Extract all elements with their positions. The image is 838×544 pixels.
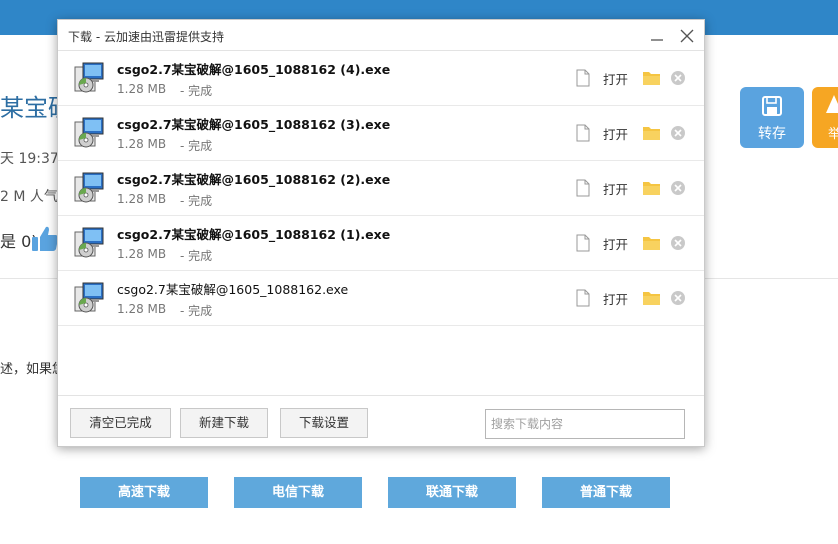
file-size: 1.28 MB (117, 137, 167, 151)
save-to-cloud-button[interactable]: 转存 (740, 87, 804, 148)
close-button[interactable] (676, 25, 698, 47)
new-download-button[interactable]: 新建下载 (180, 408, 268, 438)
file-size: 1.28 MB (117, 82, 167, 96)
installer-exe-icon (74, 227, 104, 258)
open-file-button[interactable]: 打开 (603, 289, 628, 308)
file-name: csgo2.7某宝破解@1605_1088162 (1).exe (117, 227, 391, 242)
folder-icon[interactable] (643, 180, 660, 195)
document-icon[interactable] (576, 69, 590, 87)
save-button-label: 转存 (758, 126, 786, 142)
document-icon[interactable] (576, 234, 590, 252)
installer-exe-icon (74, 62, 104, 93)
minimize-button[interactable] (646, 25, 668, 47)
download-settings-button[interactable]: 下载设置 (280, 408, 368, 438)
download-status: - 完成 (180, 249, 213, 263)
file-name: csgo2.7某宝破解@1605_1088162 (4).exe (117, 62, 391, 77)
description-text: 述，如果您 (0, 362, 66, 377)
document-icon[interactable] (576, 179, 590, 197)
thumbs-up-icon[interactable] (30, 224, 60, 254)
download-row: csgo2.7某宝破解@1605_1088162 (4).exe 1.28 MB… (58, 51, 704, 106)
delete-icon[interactable] (670, 290, 686, 306)
download-status: - 完成 (180, 304, 213, 318)
file-size: 1.28 MB (117, 302, 167, 316)
installer-exe-icon (74, 117, 104, 148)
document-icon[interactable] (576, 289, 590, 307)
download-list: csgo2.7某宝破解@1605_1088162 (4).exe 1.28 MB… (58, 51, 704, 326)
high-speed-download-button[interactable]: 高速下载 (80, 477, 208, 508)
download-status: - 完成 (180, 84, 213, 98)
download-status: - 完成 (180, 139, 213, 153)
folder-icon[interactable] (643, 70, 660, 85)
file-name: csgo2.7某宝破解@1605_1088162 (2).exe (117, 172, 391, 187)
document-icon[interactable] (576, 124, 590, 142)
file-name: csgo2.7某宝破解@1605_1088162.exe (117, 282, 349, 297)
minimize-icon (651, 39, 663, 41)
file-name: csgo2.7某宝破解@1605_1088162 (3).exe (117, 117, 391, 132)
download-row: csgo2.7某宝破解@1605_1088162 (2).exe 1.28 MB… (58, 161, 704, 216)
dialog-titlebar[interactable]: 下载 - 云加速由迅雷提供支持 (58, 20, 704, 51)
dialog-footer: 清空已完成 新建下载 下载设置 (58, 395, 704, 446)
report-button-label: 举 (828, 127, 838, 142)
folder-icon[interactable] (643, 125, 660, 140)
dialog-title: 下载 - 云加速由迅雷提供支持 (68, 30, 224, 44)
warning-icon (826, 95, 838, 113)
delete-icon[interactable] (670, 125, 686, 141)
installer-exe-icon (74, 282, 104, 313)
search-downloads-input[interactable] (485, 409, 685, 439)
unicom-download-button[interactable]: 联通下载 (388, 477, 516, 508)
delete-icon[interactable] (670, 70, 686, 86)
open-file-button[interactable]: 打开 (603, 124, 628, 143)
folder-icon[interactable] (643, 235, 660, 250)
open-file-button[interactable]: 打开 (603, 179, 628, 198)
file-size: 1.28 MB (117, 192, 167, 206)
normal-download-button[interactable]: 普通下载 (542, 477, 670, 508)
download-row: csgo2.7某宝破解@1605_1088162 (1).exe 1.28 MB… (58, 216, 704, 271)
folder-icon[interactable] (643, 290, 660, 305)
upload-time: 天 19:37 (0, 151, 59, 167)
delete-icon[interactable] (670, 235, 686, 251)
clear-completed-button[interactable]: 清空已完成 (70, 408, 171, 438)
open-file-button[interactable]: 打开 (603, 69, 628, 88)
file-size: 1.28 MB (117, 247, 167, 261)
file-size-popularity: 2 M 人气 (0, 189, 58, 205)
floppy-disk-icon (762, 96, 782, 116)
download-row: csgo2.7某宝破解@1605_1088162.exe 1.28 MB - 完… (58, 271, 704, 326)
delete-icon[interactable] (670, 180, 686, 196)
report-button[interactable]: 举 (812, 87, 838, 148)
download-dialog: 下载 - 云加速由迅雷提供支持 csgo2.7某宝破解@1605_1088162… (57, 19, 705, 447)
download-row: csgo2.7某宝破解@1605_1088162 (3).exe 1.28 MB… (58, 106, 704, 161)
telecom-download-button[interactable]: 电信下载 (234, 477, 362, 508)
open-file-button[interactable]: 打开 (603, 234, 628, 253)
download-status: - 完成 (180, 194, 213, 208)
close-icon (680, 29, 694, 43)
installer-exe-icon (74, 172, 104, 203)
